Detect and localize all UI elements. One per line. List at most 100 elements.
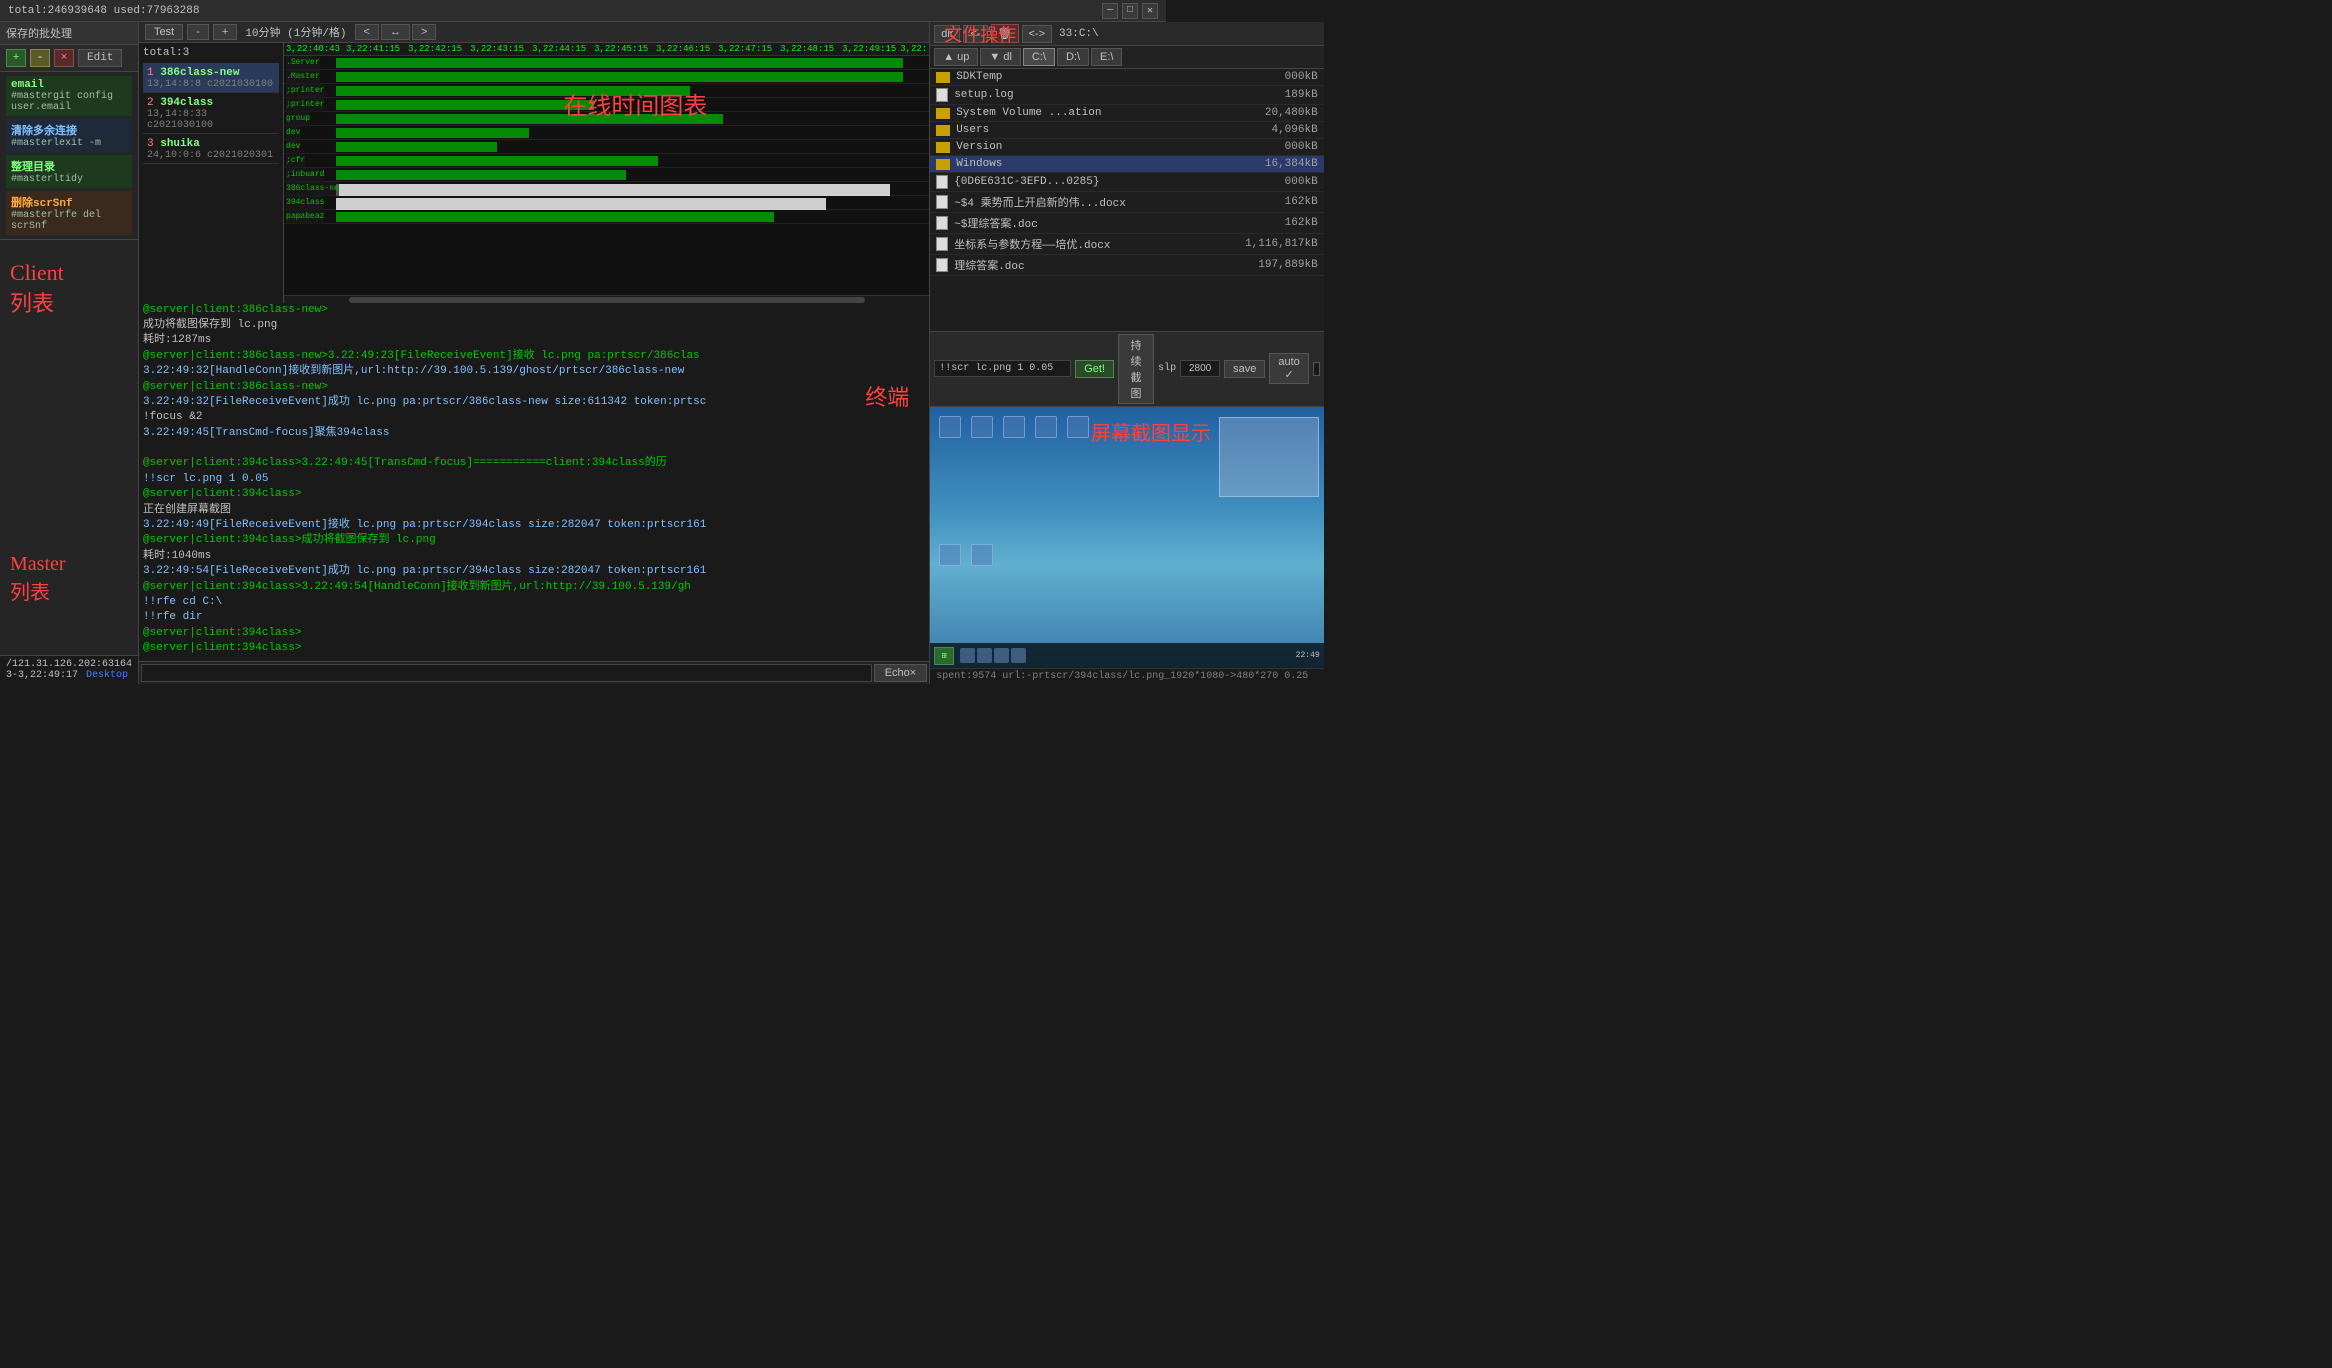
file-mgr-header: dir <- 🗑 <-> 33:C:\ 文件操作	[930, 22, 1323, 46]
desktop-icon-3	[1003, 416, 1025, 438]
file-row[interactable]: 坐标系与参数方程——培优.docx1,116,817kB	[930, 234, 1323, 255]
log-line: @server|client:394class>成功将截图保存到 lc.png	[143, 533, 925, 548]
chart-bar-printer1	[336, 86, 691, 96]
log-line: @server|client:394class>3.22:49:54[Handl…	[143, 580, 925, 595]
chart-rows: 在线时间图表 .Server .Master ;printer	[284, 56, 929, 295]
screenshot-taskbar: ⊞ 22:49	[930, 643, 1323, 668]
log-line: 3.22:49:32[HandleConn]接收到新图片,url:http://…	[143, 364, 925, 379]
action-email[interactable]: email #mastergit config user.email	[6, 76, 132, 116]
log-line: !!rfe dir	[143, 610, 925, 625]
file-row[interactable]: {0D6E631C-3EFD...0285}000kB	[930, 173, 1323, 192]
log-line: @server|client:394class>3.22:49:45[Trans…	[143, 456, 925, 471]
cmd-input[interactable]	[141, 664, 872, 682]
log-area[interactable]: 终端 正在创建屏幕截图!!rfe dir!!rfe dsk@server|cli…	[139, 303, 929, 661]
chart-row-master: .Master	[284, 70, 929, 84]
chart-bar-394class	[336, 198, 826, 210]
file-name: setup.log	[954, 89, 1237, 101]
log-line: 3.22:49:54[FileReceiveEvent]成功 lc.png pa…	[143, 564, 925, 579]
auto-btn[interactable]: auto ✓	[1269, 353, 1308, 384]
batch-minus-btn[interactable]: -	[30, 49, 50, 67]
screenshot-view: 屏幕截图显示 ⊞ 22:49	[930, 407, 1323, 669]
nav-right-btn[interactable]: >	[412, 24, 436, 40]
ca-drive-btn[interactable]: C:\	[1023, 48, 1055, 66]
scr-cmd-input[interactable]	[934, 360, 1071, 377]
taskbar-item-1	[960, 648, 975, 663]
file-size: 000kB	[1238, 71, 1318, 83]
nav-sync-btn[interactable]: ↔	[381, 24, 410, 40]
scr-checkbox[interactable]	[1313, 362, 1320, 376]
client-annotation: Client列表	[10, 260, 64, 318]
ea-drive-btn[interactable]: E:\	[1091, 48, 1122, 66]
client-item-1[interactable]: 1 386class-new 13,14:8:8 c2021030100	[143, 63, 279, 93]
chart-row-386class: 386class-ne	[284, 182, 929, 196]
file-row[interactable]: SDKTemp000kB	[930, 69, 1323, 86]
action-del-scrsnf[interactable]: 删除scrSnf #masterlrfe del scrSnf	[6, 191, 132, 235]
file-row[interactable]: setup.log189kB	[930, 86, 1323, 105]
minus-btn[interactable]: -	[187, 24, 209, 40]
nav-left-btn[interactable]: <	[355, 24, 379, 40]
desktop-icon-7	[971, 544, 993, 566]
batch-controls: + - × Edit	[0, 45, 138, 72]
ts-8: 3,22:47:15	[718, 44, 772, 54]
up-btn[interactable]: ▲ up	[934, 48, 978, 66]
status-desktop: Desktop	[86, 670, 128, 681]
ts-1: 3,22:40:43	[286, 44, 340, 54]
file-row[interactable]: 理综答案.doc197,889kB	[930, 255, 1323, 276]
batch-del-btn[interactable]: ×	[54, 49, 74, 67]
chart-bar-papa	[336, 212, 775, 222]
file-row[interactable]: System Volume ...ation20,480kB	[930, 105, 1323, 122]
minimize-btn[interactable]: —	[1102, 3, 1118, 19]
right-panel: dir <- 🗑 <-> 33:C:\ 文件操作 ▲ up ▼ dl C:\ D…	[930, 22, 1323, 684]
action-clear-conn[interactable]: 清除多余连接 #masterlexit -m	[6, 119, 132, 152]
client-item-2[interactable]: 2 394class 13,14:8:33 c2021030100	[143, 93, 279, 134]
maximize-btn[interactable]: □	[1122, 3, 1138, 19]
folder-icon	[936, 72, 950, 83]
file-row[interactable]: Windows16,384kB	[930, 156, 1323, 173]
test-btn[interactable]: Test	[145, 24, 183, 40]
action-tidy-dir[interactable]: 整理目录 #masterltidy	[6, 155, 132, 188]
close-btn[interactable]: ✕	[1142, 3, 1158, 19]
file-size: 162kB	[1238, 217, 1318, 229]
log-line: 3.22:49:45[TransCmd-focus]聚焦394class	[143, 426, 925, 441]
get-btn[interactable]: Get!	[1075, 360, 1114, 378]
chart-label-master: .Master	[286, 70, 320, 84]
file-icon	[936, 216, 948, 230]
chart-row-group: group	[284, 112, 929, 126]
file-icon	[936, 237, 948, 251]
log-line: 3.22:49:49[FileReceiveEvent]接收 lc.png pa…	[143, 518, 925, 533]
file-size: 162kB	[1238, 196, 1318, 208]
ts-10: 3,22:49:15	[842, 44, 896, 54]
taskbar-item-2	[977, 648, 992, 663]
dl-btn[interactable]: ▼ dl	[980, 48, 1021, 66]
file-row[interactable]: Users4,096kB	[930, 122, 1323, 139]
batch-add-btn[interactable]: +	[6, 49, 26, 67]
log-container: 终端 正在创建屏幕截图!!rfe dir!!rfe dsk@server|cli…	[139, 303, 929, 661]
master-annotation: Master列表	[10, 553, 66, 605]
action-clear-label: 清除多余连接	[11, 122, 127, 138]
file-row[interactable]: Version000kB	[930, 139, 1323, 156]
plus-btn[interactable]: +	[213, 24, 237, 40]
chart-bar-inbuard	[336, 170, 626, 180]
save-btn[interactable]: save	[1224, 360, 1265, 378]
center-panel: Test - + 10分钟 (1分钟/格) < ↔ > total:3 1 38…	[139, 22, 930, 684]
timeline-header: Test - + 10分钟 (1分钟/格) < ↔ >	[139, 22, 929, 43]
ts-11: 3,22:	[900, 44, 927, 54]
log-line: @server|client:386class-new>3.22:49:23[F…	[143, 349, 925, 364]
file-name: ~$理综答案.doc	[954, 215, 1237, 231]
log-line: 成功将截图保存到 lc.png	[143, 318, 925, 333]
continue-btn[interactable]: 持续截图	[1118, 334, 1154, 404]
batch-edit-btn[interactable]: Edit	[78, 49, 122, 67]
file-row[interactable]: ~$理综答案.doc162kB	[930, 213, 1323, 234]
fwd-btn[interactable]: <->	[1022, 25, 1053, 43]
folder-icon	[936, 142, 950, 153]
slp-input[interactable]	[1180, 360, 1220, 377]
echo-btn[interactable]: Echo×	[874, 664, 928, 682]
taskbar-item-3	[994, 648, 1009, 663]
client-item-3[interactable]: 3 shuika 24,10:0:6 c2021020301	[143, 134, 279, 164]
log-line: !focus &2	[143, 410, 925, 425]
chart-row-server: .Server	[284, 56, 929, 70]
chart-hscroll[interactable]	[284, 295, 929, 303]
chart-bar-dev2	[336, 142, 497, 152]
file-row[interactable]: ~$4 乘势而上开启新的伟...docx162kB	[930, 192, 1323, 213]
da-drive-btn[interactable]: D:\	[1057, 48, 1089, 66]
